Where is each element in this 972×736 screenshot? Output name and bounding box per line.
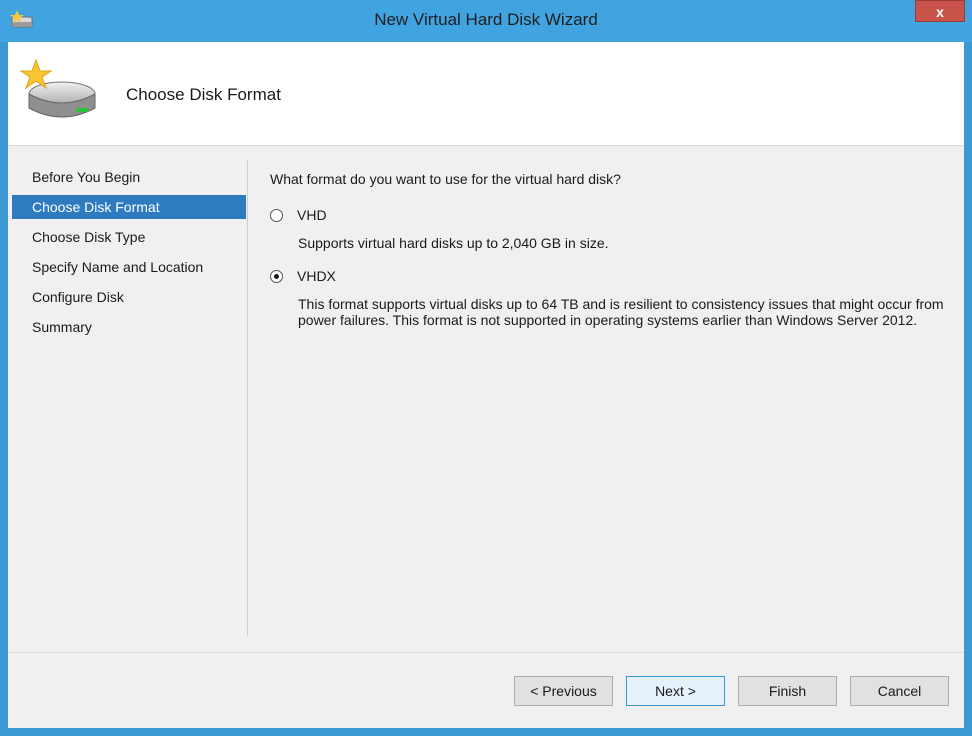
wizard-steps-nav: Before You Begin Choose Disk Format Choo… [8,146,248,636]
wizard-window: New Virtual Hard Disk Wizard x Choose Di… [0,0,972,736]
page-title: Choose Disk Format [126,85,281,104]
next-button[interactable]: Next > [626,676,725,706]
wizard-header: Choose Disk Format [8,42,964,146]
vhdx-label[interactable]: VHDX [297,268,336,284]
nav-item-summary[interactable]: Summary [12,315,246,339]
nav-divider [247,160,248,636]
nav-item-configure-disk[interactable]: Configure Disk [12,285,246,309]
title-bar[interactable]: New Virtual Hard Disk Wizard x [0,0,972,42]
nav-item-choose-disk-type[interactable]: Choose Disk Type [12,225,246,249]
nav-item-before-you-begin[interactable]: Before You Begin [12,165,246,189]
cancel-button[interactable]: Cancel [850,676,949,706]
vhd-label[interactable]: VHD [297,207,327,223]
vhd-option[interactable]: VHD [270,205,327,225]
vhd-description: Supports virtual hard disks up to 2,040 … [298,235,609,251]
footer-divider [8,652,964,653]
format-question: What format do you want to use for the v… [270,171,621,187]
nav-item-specify-name-and-location[interactable]: Specify Name and Location [12,255,246,279]
vhd-radio[interactable] [270,208,283,222]
window-title: New Virtual Hard Disk Wizard [374,10,598,29]
previous-button[interactable]: < Previous [514,676,613,706]
nav-item-choose-disk-format[interactable]: Choose Disk Format [12,195,246,219]
vhdx-radio[interactable] [270,269,283,283]
vhdx-description: This format supports virtual disks up to… [298,296,944,328]
hard-disk-icon [19,58,96,118]
vhdx-option[interactable]: VHDX [270,266,336,286]
wizard-client-area: Choose Disk Format Before You Begin Choo… [8,42,964,728]
finish-button[interactable]: Finish [738,676,837,706]
close-button[interactable]: x [915,0,965,22]
